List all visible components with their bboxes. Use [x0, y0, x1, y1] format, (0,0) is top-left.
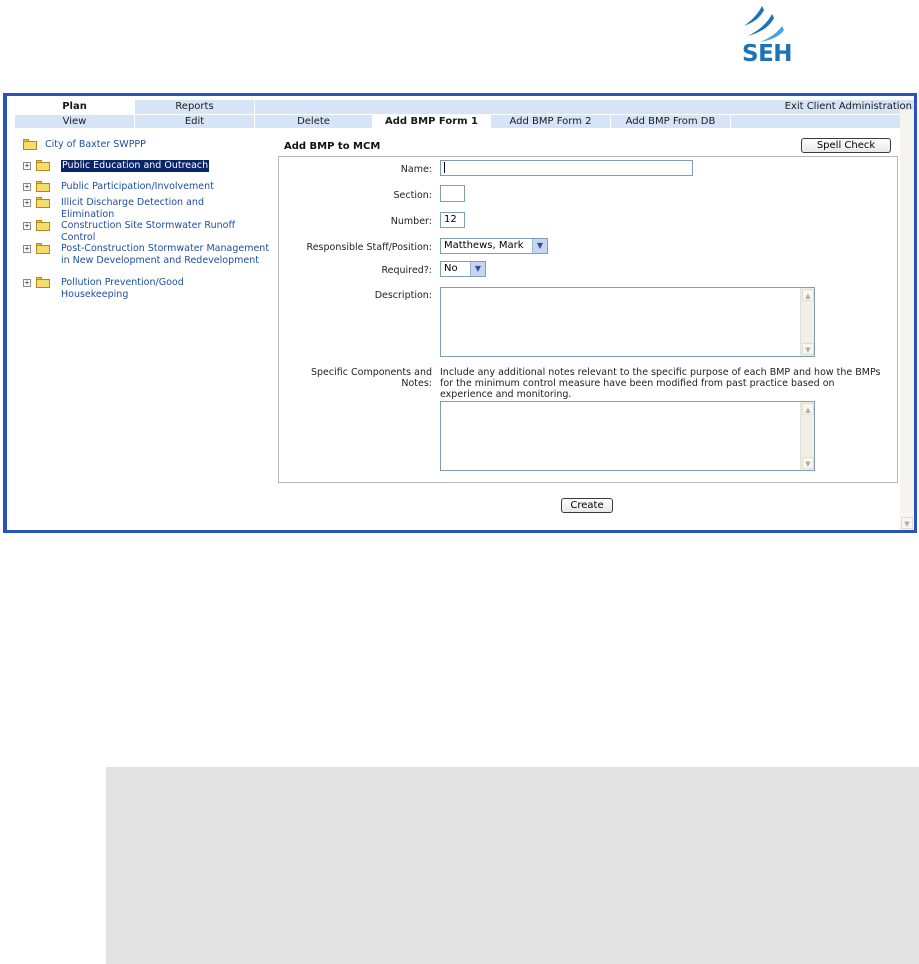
create-button[interactable]: Create [561, 498, 613, 513]
expand-icon[interactable]: + [23, 222, 31, 230]
exit-client-admin-link[interactable]: Exit Client Administration [255, 100, 914, 114]
tree-item[interactable]: + Public Participation/Involvement [23, 181, 273, 195]
components-scrollbar[interactable]: ▲ ▼ [800, 402, 814, 470]
tab-add-bmp-form-2[interactable]: Add BMP Form 2 [491, 115, 611, 129]
spell-check-button[interactable]: Spell Check [801, 138, 891, 153]
gray-panel [106, 767, 919, 964]
components-label: Specific Components and Notes: [311, 367, 432, 389]
staff-label: Responsible Staff/Position: [306, 242, 432, 253]
description-scrollbar[interactable]: ▲ ▼ [800, 288, 814, 356]
description-label: Description: [374, 290, 432, 301]
sub-tab-bar: View Edit Delete Add BMP Form 1 Add BMP … [15, 114, 914, 129]
folder-icon [36, 181, 50, 192]
tab-delete[interactable]: Delete [255, 115, 373, 129]
add-bmp-form: Name: Section: Number: 12 Responsible St… [278, 156, 898, 483]
tab-reports[interactable]: Reports [135, 100, 255, 114]
section-input[interactable] [440, 185, 465, 202]
app-frame: Plan Reports Exit Client Administration … [3, 93, 917, 533]
expand-icon[interactable]: + [23, 279, 31, 287]
name-label: Name: [400, 164, 432, 175]
staff-select[interactable]: Matthews, Mark ▼ [440, 238, 548, 254]
folder-icon [36, 197, 50, 208]
tree-item-label[interactable]: Public Participation/Involvement [61, 181, 214, 193]
tab-spacer [731, 115, 914, 129]
scroll-up-icon[interactable]: ▲ [802, 403, 814, 415]
section-label: Section: [393, 190, 433, 201]
tab-add-bmp-form-1[interactable]: Add BMP Form 1 [373, 115, 491, 129]
number-input[interactable]: 12 [440, 212, 465, 228]
scroll-down-icon[interactable]: ▼ [901, 517, 913, 529]
folder-icon [36, 160, 50, 171]
tree-item[interactable]: + Post-Construction Stormwater Managemen… [23, 243, 273, 279]
seh-logo: SEH [738, 4, 793, 70]
tree-item[interactable]: + Pollution Prevention/Good Housekeeping [23, 277, 273, 301]
chevron-down-icon[interactable]: ▼ [470, 262, 485, 276]
tab-view[interactable]: View [15, 115, 135, 129]
required-label: Required?: [381, 265, 432, 276]
tree-root-label[interactable]: City of Baxter SWPPP [45, 139, 146, 151]
open-folder-icon [23, 139, 37, 150]
folder-icon [36, 220, 50, 231]
seh-wave-icon [744, 6, 784, 42]
main-tab-bar: Plan Reports Exit Client Administration [15, 100, 914, 114]
scroll-down-icon[interactable]: ▼ [802, 457, 814, 469]
scroll-down-icon[interactable]: ▼ [802, 343, 814, 355]
tab-plan[interactable]: Plan [15, 100, 135, 114]
tree-item-label[interactable]: Pollution Prevention/Good Housekeeping [61, 277, 231, 300]
expand-icon[interactable]: + [23, 162, 31, 170]
scroll-up-icon[interactable]: ▲ [802, 289, 814, 301]
logo-text: SEH [742, 41, 793, 67]
chevron-down-icon[interactable]: ▼ [532, 239, 547, 253]
expand-icon[interactable]: + [23, 199, 31, 207]
expand-icon[interactable]: + [23, 183, 31, 191]
tree-item[interactable]: + Illicit Discharge Detection and Elimin… [23, 197, 273, 221]
components-hint: Include any additional notes relevant to… [440, 367, 881, 400]
tree-item-label[interactable]: Illicit Discharge Detection and Eliminat… [61, 197, 231, 220]
tree-item-label[interactable]: Public Education and Outreach [61, 160, 210, 172]
description-textarea[interactable]: ▲ ▼ [440, 287, 815, 357]
name-input[interactable] [440, 160, 693, 176]
tab-edit[interactable]: Edit [135, 115, 255, 129]
form-title: Add BMP to MCM [284, 141, 381, 152]
tree-item-label[interactable]: Post-Construction Stormwater Management … [61, 243, 273, 266]
components-textarea[interactable]: ▲ ▼ [440, 401, 815, 471]
expand-icon[interactable]: + [23, 245, 31, 253]
frame-scrollbar[interactable]: ▼ [900, 110, 914, 530]
required-select[interactable]: No ▼ [440, 261, 486, 277]
number-label: Number: [390, 216, 432, 227]
tree-item[interactable]: + Construction Site Stormwater Runoff Co… [23, 220, 273, 244]
folder-icon [36, 243, 50, 254]
text-caret [444, 161, 445, 173]
tree-item-label[interactable]: Construction Site Stormwater Runoff Cont… [61, 220, 261, 243]
tree-item[interactable]: + Public Education and Outreach [23, 160, 273, 174]
folder-icon [36, 277, 50, 288]
tab-add-bmp-from-db[interactable]: Add BMP From DB [611, 115, 731, 129]
